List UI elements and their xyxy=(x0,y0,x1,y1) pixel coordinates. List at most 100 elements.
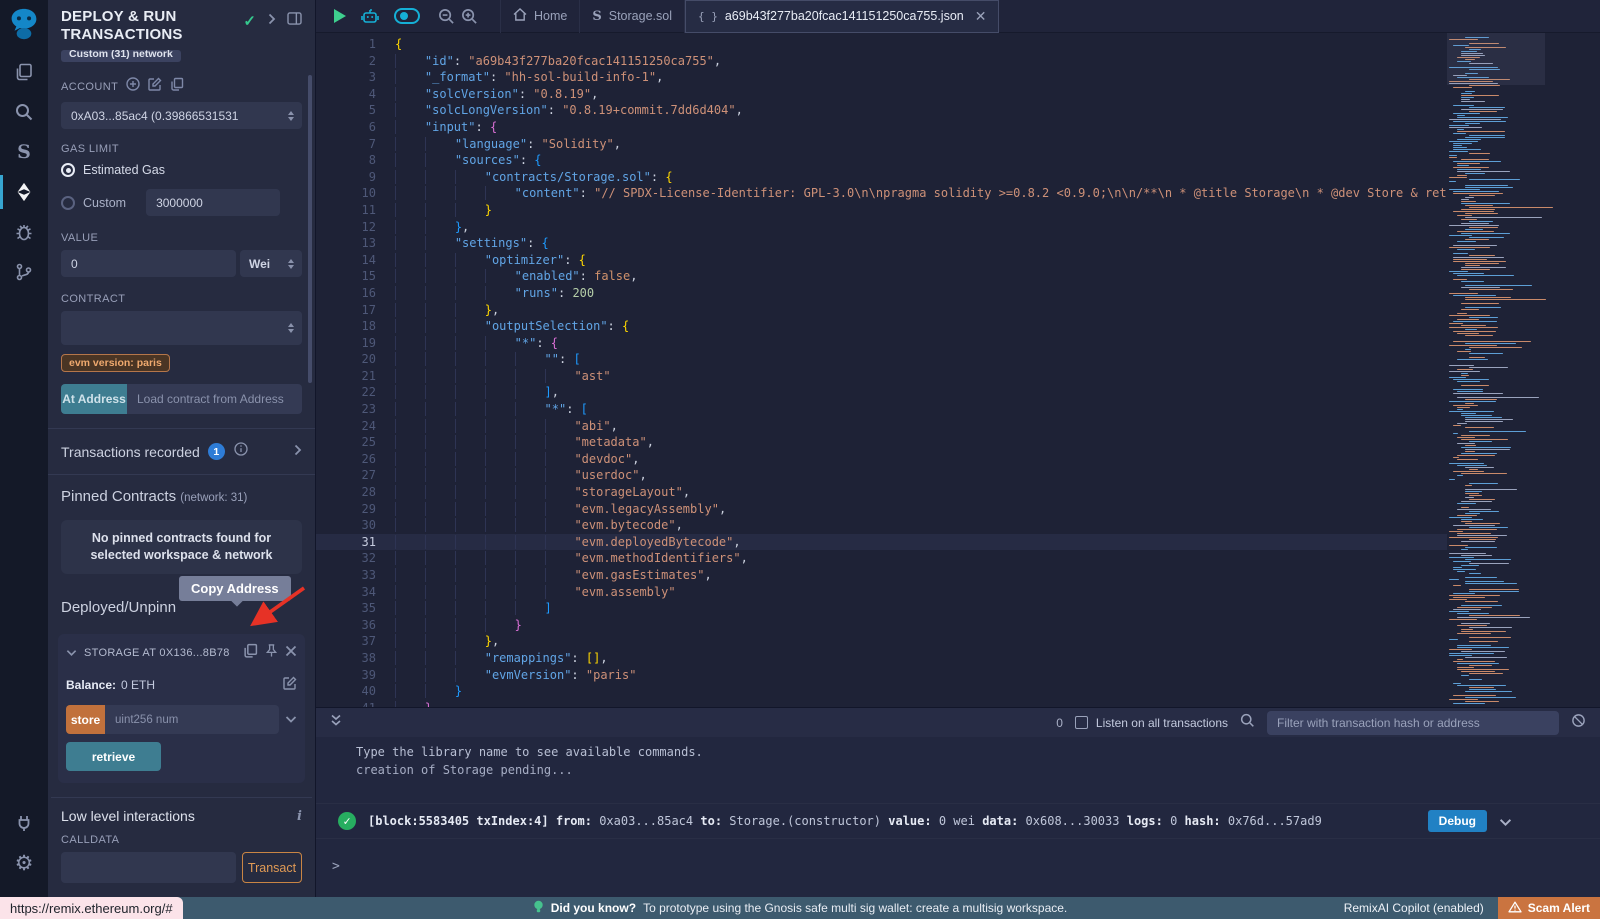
run-script-icon[interactable] xyxy=(334,9,346,23)
tab-storage-sol[interactable]: S Storage.sol xyxy=(580,0,685,33)
code-line[interactable]: 33 "evm.gasEstimates", xyxy=(316,567,1447,584)
code-line[interactable]: 7 "language": "Solidity", xyxy=(316,136,1447,153)
add-account-icon[interactable] xyxy=(126,77,140,96)
custom-gas-radio[interactable] xyxy=(61,196,75,210)
code-line[interactable]: 22 ], xyxy=(316,384,1447,401)
zoom-out-icon[interactable] xyxy=(438,8,455,25)
copy-address-icon[interactable] xyxy=(243,643,258,663)
code-line[interactable]: 9 "contracts/Storage.sol": { xyxy=(316,169,1447,186)
code-line[interactable]: 18 "outputSelection": { xyxy=(316,318,1447,335)
code-line[interactable]: 8 "sources": { xyxy=(316,152,1447,169)
code-line[interactable]: 35 ] xyxy=(316,600,1447,617)
close-tab-icon[interactable]: ✕ xyxy=(975,8,987,25)
code-line[interactable]: 16 "runs": 200 xyxy=(316,285,1447,302)
info-icon[interactable] xyxy=(234,442,248,461)
retrieve-button[interactable]: retrieve xyxy=(66,742,161,771)
estimated-gas-radio[interactable] xyxy=(61,163,75,177)
code-line[interactable]: 28 "storageLayout", xyxy=(316,484,1447,501)
code-line[interactable]: 26 "devdoc", xyxy=(316,451,1447,468)
panel-scrollbar[interactable] xyxy=(308,75,312,383)
code-editor[interactable]: 1{2 "id": "a69b43f277ba20fcac141151250ca… xyxy=(316,33,1447,707)
listen-checkbox[interactable] xyxy=(1075,716,1088,729)
code-line[interactable]: 6 "input": { xyxy=(316,119,1447,136)
info-icon[interactable]: i xyxy=(297,809,302,824)
at-address-button[interactable]: At Address xyxy=(61,384,127,414)
code-line[interactable]: 2 "id": "a69b43f277ba20fcac141151250ca75… xyxy=(316,53,1447,70)
filter-transactions-input[interactable] xyxy=(1267,711,1559,735)
value-input[interactable] xyxy=(61,250,236,277)
transactions-recorded-row[interactable]: Transactions recorded 1 xyxy=(61,429,302,474)
code-line[interactable]: 4 "solcVersion": "0.8.19", xyxy=(316,86,1447,103)
copy-account-icon[interactable] xyxy=(170,77,184,96)
code-line[interactable]: 24 "abi", xyxy=(316,418,1447,435)
code-line[interactable]: 34 "evm.assembly" xyxy=(316,584,1447,601)
code-line[interactable]: 23 "*": [ xyxy=(316,401,1447,418)
code-line[interactable]: 36 } xyxy=(316,617,1447,634)
expand-log-icon[interactable] xyxy=(1499,812,1512,831)
code-line[interactable]: 19 "*": { xyxy=(316,335,1447,352)
solidity-compiler-icon[interactable]: S xyxy=(0,132,48,172)
code-line[interactable]: 14 "optimizer": { xyxy=(316,252,1447,269)
code-line[interactable]: 29 "evm.legacyAssembly", xyxy=(316,501,1447,518)
code-line[interactable]: 20 "": [ xyxy=(316,351,1447,368)
chevron-down-icon[interactable] xyxy=(66,644,77,662)
tab-home[interactable]: Home xyxy=(500,0,580,33)
code-line[interactable]: 25 "metadata", xyxy=(316,434,1447,451)
custom-gas-input[interactable] xyxy=(146,189,280,216)
calldata-input[interactable] xyxy=(61,852,236,883)
code-line[interactable]: 3 "_format": "hh-sol-build-info-1", xyxy=(316,69,1447,86)
code-line[interactable]: 5 "solcLongVersion": "0.8.19+commit.7dd6… xyxy=(316,102,1447,119)
code-line[interactable]: 37 }, xyxy=(316,633,1447,650)
store-arg-input[interactable] xyxy=(105,705,279,734)
value-unit-select[interactable]: Wei xyxy=(240,250,302,277)
code-line[interactable]: 31 "evm.deployedBytecode", xyxy=(316,534,1447,551)
transaction-log-row[interactable]: ✓ [block:5583405 txIndex:4] from: 0xa03.… xyxy=(316,803,1600,839)
pin-contract-icon[interactable] xyxy=(265,643,278,663)
settings-gear-icon[interactable]: ⚙ xyxy=(0,843,48,883)
code-line[interactable]: 32 "evm.methodIdentifiers", xyxy=(316,550,1447,567)
contract-select[interactable] xyxy=(61,311,302,345)
tab-json-active[interactable]: { } a69b43f277ba20fcac141151250ca755.jso… xyxy=(685,0,999,33)
code-line[interactable]: 39 "evmVersion": "paris" xyxy=(316,667,1447,684)
code-line[interactable]: 38 "remappings": [], xyxy=(316,650,1447,667)
code-line[interactable]: 41 }, xyxy=(316,700,1447,707)
copilot-toggle-icon[interactable] xyxy=(394,8,420,24)
zoom-in-icon[interactable] xyxy=(461,8,478,25)
code-line[interactable]: 27 "userdoc", xyxy=(316,467,1447,484)
terminal-search-icon[interactable] xyxy=(1240,713,1255,733)
code-line[interactable]: 13 "settings": { xyxy=(316,235,1447,252)
account-stepper[interactable] xyxy=(286,111,296,121)
code-line[interactable]: 15 "enabled": false, xyxy=(316,268,1447,285)
chevron-right-icon[interactable] xyxy=(267,12,276,30)
code-line[interactable]: 17 }, xyxy=(316,302,1447,319)
account-select[interactable]: 0xA03...85ac4 (0.39866531531 xyxy=(61,102,302,129)
code-line[interactable]: 30 "evm.bytecode", xyxy=(316,517,1447,534)
minimap[interactable] xyxy=(1447,33,1545,707)
pin-panel-icon[interactable] xyxy=(287,12,302,30)
load-contract-input[interactable] xyxy=(127,384,302,414)
collapse-terminal-icon[interactable] xyxy=(330,714,342,732)
code-line[interactable]: 10 "content": "// SPDX-License-Identifie… xyxy=(316,185,1447,202)
debug-button[interactable]: Debug xyxy=(1428,810,1487,832)
chevron-right-icon[interactable] xyxy=(293,443,302,461)
edit-account-icon[interactable] xyxy=(148,77,162,96)
expand-store-icon[interactable] xyxy=(285,711,297,729)
plugin-manager-icon[interactable] xyxy=(0,803,48,843)
code-line[interactable]: 11 } xyxy=(316,202,1447,219)
close-contract-icon[interactable] xyxy=(285,644,297,662)
code-line[interactable]: 12 }, xyxy=(316,219,1447,236)
remixai-robot-icon[interactable] xyxy=(360,7,380,25)
git-icon[interactable] xyxy=(0,252,48,292)
copilot-status[interactable]: RemixAI Copilot (enabled) xyxy=(1344,901,1484,915)
file-explorer-icon[interactable] xyxy=(0,52,48,92)
store-button[interactable]: store xyxy=(66,705,105,734)
debugger-icon[interactable] xyxy=(0,212,48,252)
code-line[interactable]: 21 "ast" xyxy=(316,368,1447,385)
edit-balance-icon[interactable] xyxy=(283,676,297,693)
remix-logo-icon[interactable] xyxy=(6,6,42,42)
deploy-run-icon[interactable] xyxy=(0,172,48,212)
search-icon[interactable] xyxy=(0,92,48,132)
transact-button[interactable]: Transact xyxy=(242,852,302,883)
code-line[interactable]: 1{ xyxy=(316,36,1447,53)
clear-terminal-icon[interactable] xyxy=(1571,713,1586,733)
